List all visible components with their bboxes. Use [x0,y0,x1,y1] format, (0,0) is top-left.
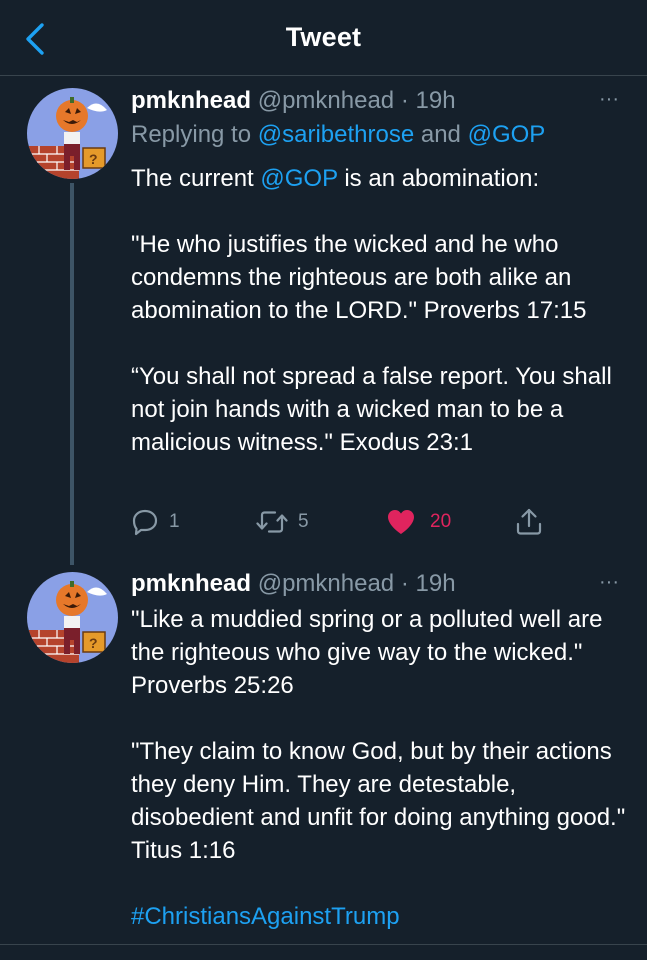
display-name[interactable]: pmknhead [131,570,251,597]
text-span: The current [131,165,261,192]
user-handle[interactable]: @pmknhead [258,87,394,114]
timestamp[interactable]: 19h [416,87,456,114]
svg-text:?: ? [89,635,98,651]
tweet-text: "Like a muddied spring or a polluted wel… [131,603,631,933]
hashtag-link[interactable]: #ChristiansAgainstTrump [131,903,400,930]
top-bar: Tweet [0,0,647,76]
thread-connector [70,183,74,565]
pumpkin-avatar-icon: ? [27,572,118,663]
tweet-paragraph: "Like a muddied spring or a polluted wel… [131,606,603,699]
user-handle[interactable]: @pmknhead [258,570,394,597]
tweet-paragraph: “You shall not spread a false report. Yo… [131,363,612,456]
retweet-count: 5 [298,511,309,532]
divider [0,944,647,945]
page-title: Tweet [285,22,362,52]
reply-button[interactable]: 1 [131,504,180,540]
share-button[interactable] [515,504,543,540]
reply-count: 1 [169,511,180,532]
avatar[interactable]: ? [27,88,118,179]
heart-icon [388,510,414,534]
timestamp[interactable]: 19h [416,570,456,597]
display-name[interactable]: pmknhead [131,87,251,114]
replying-to: Replying to @saribethrose and @GOP [131,121,545,149]
reply-icon [132,509,158,536]
tweet-meta: pmknhead @pmknhead · 19h [131,570,456,598]
more-options-icon[interactable]: ··· [599,571,619,594]
pumpkin-avatar-icon: ? [27,88,118,179]
replying-and-label: and [414,121,468,148]
separator-dot: · [400,87,409,114]
tweet-paragraph: "He who justifies the wicked and he who … [131,231,587,324]
replying-to-label: Replying to [131,121,258,148]
tweet-actions: 1 5 20 [131,504,611,540]
tweet-paragraph: "They claim to know God, but by their ac… [131,738,626,864]
mention-link[interactable]: @GOP [468,121,546,148]
like-button[interactable]: 20 [386,504,451,540]
tweet-meta: pmknhead @pmknhead · 19h [131,87,456,115]
mention-link[interactable]: @saribethrose [258,121,414,148]
like-count: 20 [430,511,452,532]
retweet-icon [256,511,288,533]
share-icon [516,508,542,535]
tweet-paragraph: The current @GOP is an abomination: [131,162,631,195]
avatar[interactable]: ? [27,572,118,663]
more-options-icon[interactable]: ··· [599,88,619,111]
tweet-text: The current @GOP is an abomination: "He … [131,162,631,459]
text-span: is an abomination: [337,165,540,192]
separator-dot: · [400,570,409,597]
svg-text:?: ? [89,151,98,167]
retweet-button[interactable]: 5 [256,504,309,540]
mention-link[interactable]: @GOP [260,165,337,192]
